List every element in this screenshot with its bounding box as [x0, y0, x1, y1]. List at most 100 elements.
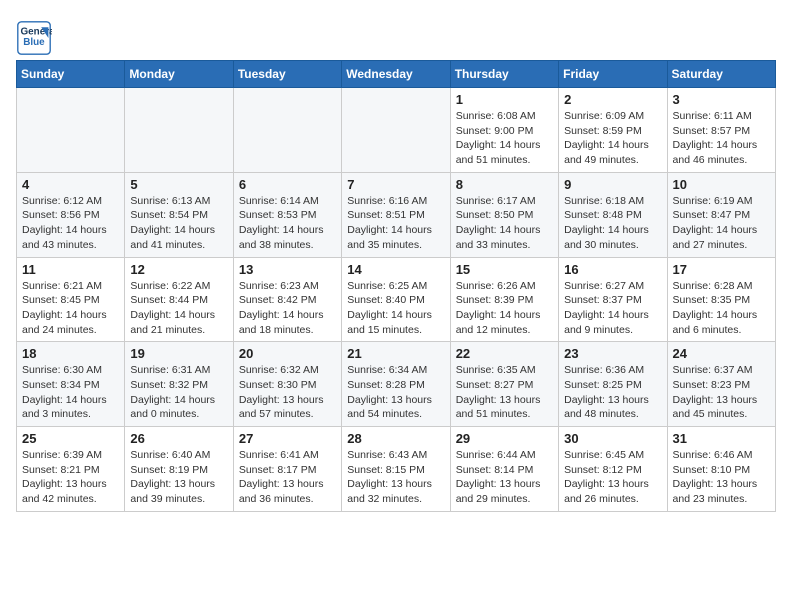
calendar-cell: 14 Sunrise: 6:25 AM Sunset: 8:40 PM Dayli… [342, 257, 450, 342]
calendar-cell: 6 Sunrise: 6:14 AM Sunset: 8:53 PM Daylig… [233, 172, 341, 257]
calendar-cell: 3 Sunrise: 6:11 AM Sunset: 8:57 PM Daylig… [667, 88, 775, 173]
day-number: 1 [456, 92, 553, 107]
calendar-cell: 7 Sunrise: 6:16 AM Sunset: 8:51 PM Daylig… [342, 172, 450, 257]
day-number: 11 [22, 262, 119, 277]
day-number: 16 [564, 262, 661, 277]
calendar-cell: 27 Sunrise: 6:41 AM Sunset: 8:17 PM Dayli… [233, 427, 341, 512]
calendar-cell: 4 Sunrise: 6:12 AM Sunset: 8:56 PM Daylig… [17, 172, 125, 257]
day-detail: Sunrise: 6:46 AM Sunset: 8:10 PM Dayligh… [673, 448, 770, 507]
day-detail: Sunrise: 6:13 AM Sunset: 8:54 PM Dayligh… [130, 194, 227, 253]
day-number: 28 [347, 431, 444, 446]
day-number: 15 [456, 262, 553, 277]
calendar-cell: 24 Sunrise: 6:37 AM Sunset: 8:23 PM Dayli… [667, 342, 775, 427]
day-detail: Sunrise: 6:35 AM Sunset: 8:27 PM Dayligh… [456, 363, 553, 422]
calendar-cell [17, 88, 125, 173]
day-detail: Sunrise: 6:34 AM Sunset: 8:28 PM Dayligh… [347, 363, 444, 422]
calendar-cell: 17 Sunrise: 6:28 AM Sunset: 8:35 PM Dayli… [667, 257, 775, 342]
calendar-cell: 15 Sunrise: 6:26 AM Sunset: 8:39 PM Dayli… [450, 257, 558, 342]
calendar-cell: 1 Sunrise: 6:08 AM Sunset: 9:00 PM Daylig… [450, 88, 558, 173]
calendar-cell: 11 Sunrise: 6:21 AM Sunset: 8:45 PM Dayli… [17, 257, 125, 342]
calendar-cell: 9Sunrise: 6:18 AM Sunset: 8:48 PM Daylig… [559, 172, 667, 257]
day-detail: Sunrise: 6:21 AM Sunset: 8:45 PM Dayligh… [22, 279, 119, 338]
day-number: 18 [22, 346, 119, 361]
logo: General Blue [16, 20, 56, 56]
weekday-header-sunday: Sunday [17, 61, 125, 88]
day-detail: Sunrise: 6:17 AM Sunset: 8:50 PM Dayligh… [456, 194, 553, 253]
day-detail: Sunrise: 6:28 AM Sunset: 8:35 PM Dayligh… [673, 279, 770, 338]
day-detail: Sunrise: 6:32 AM Sunset: 8:30 PM Dayligh… [239, 363, 336, 422]
day-number: 3 [673, 92, 770, 107]
svg-text:Blue: Blue [23, 37, 45, 48]
weekday-header-row: SundayMondayTuesdayWednesdayThursdayFrid… [17, 61, 776, 88]
day-detail: Sunrise: 6:37 AM Sunset: 8:23 PM Dayligh… [673, 363, 770, 422]
calendar-cell: 2Sunrise: 6:09 AM Sunset: 8:59 PM Daylig… [559, 88, 667, 173]
day-detail: Sunrise: 6:41 AM Sunset: 8:17 PM Dayligh… [239, 448, 336, 507]
day-number: 12 [130, 262, 227, 277]
day-detail: Sunrise: 6:11 AM Sunset: 8:57 PM Dayligh… [673, 109, 770, 168]
weekday-header-wednesday: Wednesday [342, 61, 450, 88]
calendar-cell: 12 Sunrise: 6:22 AM Sunset: 8:44 PM Dayli… [125, 257, 233, 342]
day-detail: Sunrise: 6:30 AM Sunset: 8:34 PM Dayligh… [22, 363, 119, 422]
calendar-cell: 29 Sunrise: 6:44 AM Sunset: 8:14 PM Dayli… [450, 427, 558, 512]
calendar-cell: 22 Sunrise: 6:35 AM Sunset: 8:27 PM Dayli… [450, 342, 558, 427]
day-detail: Sunrise: 6:14 AM Sunset: 8:53 PM Dayligh… [239, 194, 336, 253]
page-header: General Blue [16, 16, 776, 56]
day-number: 8 [456, 177, 553, 192]
calendar-cell: 18 Sunrise: 6:30 AM Sunset: 8:34 PM Dayli… [17, 342, 125, 427]
day-number: 13 [239, 262, 336, 277]
day-detail: Sunrise: 6:16 AM Sunset: 8:51 PM Dayligh… [347, 194, 444, 253]
calendar-cell: 16 Sunrise: 6:27 AM Sunset: 8:37 PM Dayli… [559, 257, 667, 342]
day-number: 4 [22, 177, 119, 192]
day-number: 21 [347, 346, 444, 361]
day-detail: Sunrise: 6:26 AM Sunset: 8:39 PM Dayligh… [456, 279, 553, 338]
calendar-cell: 28 Sunrise: 6:43 AM Sunset: 8:15 PM Dayli… [342, 427, 450, 512]
day-number: 31 [673, 431, 770, 446]
calendar-cell: 8 Sunrise: 6:17 AM Sunset: 8:50 PM Daylig… [450, 172, 558, 257]
day-detail: Sunrise: 6:44 AM Sunset: 8:14 PM Dayligh… [456, 448, 553, 507]
calendar-cell: 10 Sunrise: 6:19 AM Sunset: 8:47 PM Dayli… [667, 172, 775, 257]
day-number: 5 [130, 177, 227, 192]
day-detail: Sunrise: 6:23 AM Sunset: 8:42 PM Dayligh… [239, 279, 336, 338]
day-number: 22 [456, 346, 553, 361]
day-number: 20 [239, 346, 336, 361]
calendar-cell: 19 Sunrise: 6:31 AM Sunset: 8:32 PM Dayli… [125, 342, 233, 427]
day-detail: Sunrise: 6:22 AM Sunset: 8:44 PM Dayligh… [130, 279, 227, 338]
day-number: 23 [564, 346, 661, 361]
calendar-cell: 25 Sunrise: 6:39 AM Sunset: 8:21 PM Dayli… [17, 427, 125, 512]
day-number: 7 [347, 177, 444, 192]
calendar-table: SundayMondayTuesdayWednesdayThursdayFrid… [16, 60, 776, 512]
day-number: 14 [347, 262, 444, 277]
day-number: 27 [239, 431, 336, 446]
day-number: 24 [673, 346, 770, 361]
day-number: 30 [564, 431, 661, 446]
day-number: 19 [130, 346, 227, 361]
calendar-week-3: 11 Sunrise: 6:21 AM Sunset: 8:45 PM Dayli… [17, 257, 776, 342]
weekday-header-thursday: Thursday [450, 61, 558, 88]
calendar-week-1: 1 Sunrise: 6:08 AM Sunset: 9:00 PM Daylig… [17, 88, 776, 173]
calendar-cell [342, 88, 450, 173]
calendar-cell: 13 Sunrise: 6:23 AM Sunset: 8:42 PM Dayli… [233, 257, 341, 342]
calendar-cell [125, 88, 233, 173]
day-number: 29 [456, 431, 553, 446]
day-detail: Sunrise: 6:45 AM Sunset: 8:12 PM Dayligh… [564, 448, 661, 507]
day-number: 17 [673, 262, 770, 277]
day-detail: Sunrise: 6:19 AM Sunset: 8:47 PM Dayligh… [673, 194, 770, 253]
weekday-header-tuesday: Tuesday [233, 61, 341, 88]
calendar-cell: 5 Sunrise: 6:13 AM Sunset: 8:54 PM Daylig… [125, 172, 233, 257]
day-detail: Sunrise: 6:43 AM Sunset: 8:15 PM Dayligh… [347, 448, 444, 507]
day-number: 25 [22, 431, 119, 446]
day-detail: Sunrise: 6:31 AM Sunset: 8:32 PM Dayligh… [130, 363, 227, 422]
day-detail: Sunrise: 6:39 AM Sunset: 8:21 PM Dayligh… [22, 448, 119, 507]
day-detail: Sunrise: 6:08 AM Sunset: 9:00 PM Dayligh… [456, 109, 553, 168]
weekday-header-monday: Monday [125, 61, 233, 88]
calendar-week-2: 4 Sunrise: 6:12 AM Sunset: 8:56 PM Daylig… [17, 172, 776, 257]
calendar-cell: 23 Sunrise: 6:36 AM Sunset: 8:25 PM Dayli… [559, 342, 667, 427]
calendar-cell: 30 Sunrise: 6:45 AM Sunset: 8:12 PM Dayli… [559, 427, 667, 512]
calendar-cell [233, 88, 341, 173]
day-number: 10 [673, 177, 770, 192]
day-detail: Sunrise: 6:27 AM Sunset: 8:37 PM Dayligh… [564, 279, 661, 338]
day-detail: Sunrise: 6:25 AM Sunset: 8:40 PM Dayligh… [347, 279, 444, 338]
day-detail: Sunrise: 6:12 AM Sunset: 8:56 PM Dayligh… [22, 194, 119, 253]
day-detail: Sunrise: 6:36 AM Sunset: 8:25 PM Dayligh… [564, 363, 661, 422]
day-number: 6 [239, 177, 336, 192]
